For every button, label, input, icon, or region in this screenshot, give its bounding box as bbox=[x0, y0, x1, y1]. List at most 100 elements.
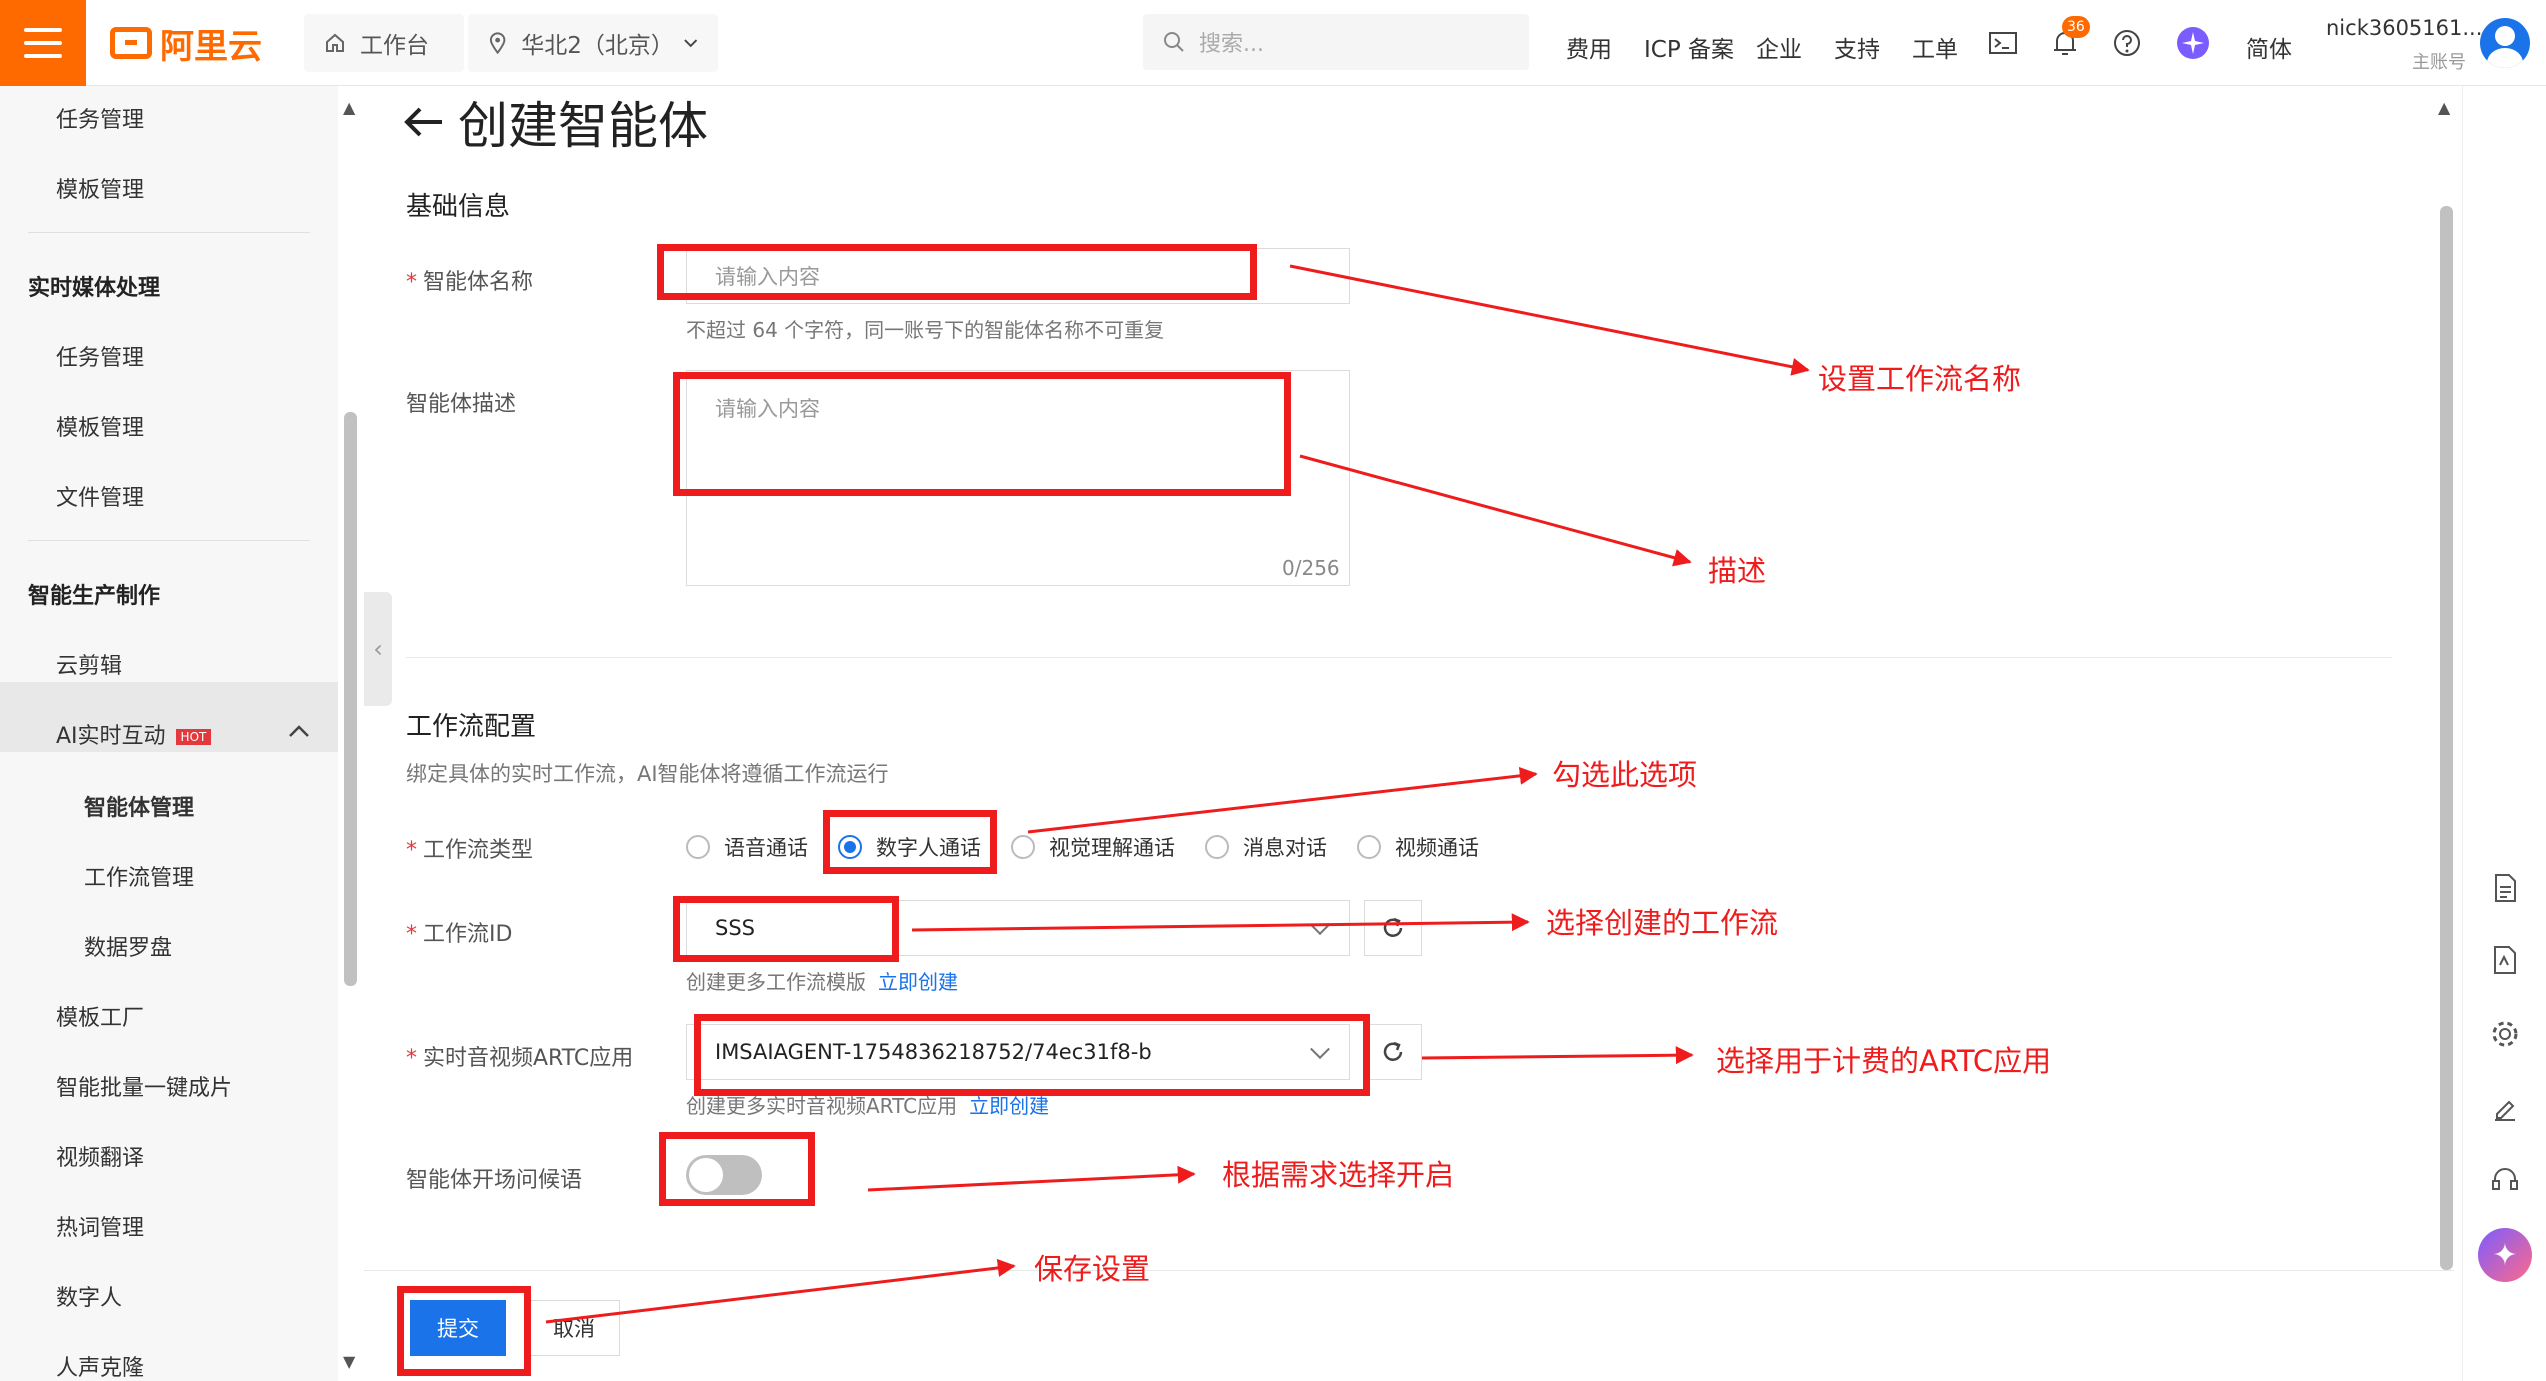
hot-badge: HOT bbox=[175, 729, 212, 745]
sidebar-item-task-manage[interactable]: 任务管理 bbox=[56, 102, 144, 134]
aliyun-logo-icon bbox=[110, 27, 152, 59]
sidebar-item-data-compass[interactable]: 数据罗盘 bbox=[84, 930, 172, 962]
sidebar-item-media-task[interactable]: 任务管理 bbox=[56, 340, 144, 372]
sidebar-item-digital-human[interactable]: 数字人 bbox=[56, 1280, 122, 1312]
home-icon bbox=[326, 33, 344, 52]
notification-badge: 36 bbox=[2062, 16, 2090, 38]
brand-logo[interactable]: 阿里云 bbox=[110, 22, 262, 67]
sidebar-item-agent-manage[interactable]: 智能体管理 bbox=[84, 790, 194, 822]
refresh-icon bbox=[1383, 917, 1403, 937]
cancel-button[interactable]: 取消 bbox=[528, 1300, 620, 1356]
annotation-box-submit bbox=[397, 1286, 531, 1376]
annotation-box-desc bbox=[673, 372, 1291, 496]
username: nick3605161... bbox=[2326, 16, 2483, 40]
footer-bar bbox=[364, 1270, 2454, 1381]
region-selector[interactable]: 华北2（北京） bbox=[468, 14, 718, 72]
workflow-id-label: * 工作流ID bbox=[406, 922, 513, 947]
sidebar-item-template-factory[interactable]: 模板工厂 bbox=[56, 1000, 144, 1032]
location-pin-icon bbox=[489, 32, 506, 55]
workflow-hint: 创建更多工作流模版 立即创建 bbox=[686, 970, 958, 994]
workflow-type-group: 语音通话 数字人通话 视觉理解通话 消息对话 视频通话 bbox=[686, 832, 1509, 862]
annotation-box-name bbox=[657, 244, 1257, 300]
top-bar: 阿里云 工作台 华北2（北京） 搜索... 费用 ICP 备案 企业 支持 工单… bbox=[0, 0, 2546, 86]
collapse-sidebar-button[interactable]: ‹ bbox=[364, 592, 392, 706]
sidebar-item-hotword[interactable]: 热词管理 bbox=[56, 1210, 144, 1242]
annotation-name: 设置工作流名称 bbox=[1818, 362, 2022, 396]
chevron-up-icon[interactable] bbox=[288, 724, 310, 738]
radio-voice-call[interactable]: 语音通话 bbox=[686, 832, 808, 862]
workflow-type-label: * 工作流类型 bbox=[406, 838, 534, 863]
annotation-box-workflow bbox=[673, 896, 899, 962]
annotation-box-type bbox=[823, 810, 997, 874]
radio-vision-call[interactable]: 视觉理解通话 bbox=[1011, 832, 1175, 862]
sparkle-icon: ✦ bbox=[2492, 1237, 2518, 1273]
page-title: 创建智能体 bbox=[402, 86, 708, 158]
search-input[interactable]: 搜索... bbox=[1143, 14, 1529, 70]
sidebar-group-realtime-media: 实时媒体处理 bbox=[28, 276, 161, 301]
annotation-save: 保存设置 bbox=[1034, 1252, 1151, 1286]
menu-icon[interactable] bbox=[0, 0, 86, 86]
sidebar-item-template-manage[interactable]: 模板管理 bbox=[56, 172, 144, 204]
nav-support[interactable]: 支持 bbox=[1834, 30, 1880, 64]
sidebar-item-ai-realtime[interactable]: AI实时互动 HOT bbox=[56, 718, 212, 750]
sidebar-item-voice-clone[interactable]: 人声克隆 bbox=[56, 1350, 144, 1381]
create-workflow-link[interactable]: 立即创建 bbox=[878, 970, 958, 994]
brand-name: 阿里云 bbox=[160, 26, 262, 67]
back-arrow-icon[interactable] bbox=[402, 105, 444, 139]
sidebar-item-batch-video[interactable]: 智能批量一键成片 bbox=[56, 1070, 232, 1102]
refresh-workflow-button[interactable] bbox=[1364, 900, 1422, 956]
annotation-type: 勾选此选项 bbox=[1552, 758, 1698, 792]
section-basic-info: 基础信息 bbox=[406, 192, 511, 222]
api-doc-icon[interactable] bbox=[2487, 942, 2523, 978]
section-workflow: 工作流配置 bbox=[406, 712, 537, 742]
user-info[interactable]: nick3605161... 主账号 bbox=[2326, 16, 2483, 74]
annotation-workflow: 选择创建的工作流 bbox=[1546, 906, 1779, 940]
edit-icon[interactable] bbox=[2487, 1090, 2523, 1126]
annotation-box-artc bbox=[694, 1014, 1370, 1096]
sidebar-divider bbox=[28, 540, 310, 541]
annotation-box-greeting bbox=[659, 1132, 815, 1206]
scroll-up-icon[interactable]: ▲ bbox=[343, 98, 355, 117]
sidebar-item-workflow-manage[interactable]: 工作流管理 bbox=[84, 860, 194, 892]
document-icon[interactable] bbox=[2487, 870, 2523, 906]
sidebar-scrollbar[interactable] bbox=[344, 412, 357, 986]
annotation-greeting: 根据需求选择开启 bbox=[1222, 1158, 1455, 1192]
user-role: 主账号 bbox=[2412, 52, 2466, 73]
help-icon[interactable] bbox=[2110, 26, 2144, 60]
sidebar-item-cloud-edit[interactable]: 云剪辑 bbox=[56, 648, 122, 680]
workbench-button[interactable]: 工作台 bbox=[304, 14, 464, 72]
greeting-label: 智能体开场问候语 bbox=[406, 1168, 583, 1193]
scroll-up-icon[interactable]: ▲ bbox=[2438, 98, 2450, 117]
nav-icp[interactable]: ICP 备案 bbox=[1644, 30, 1734, 64]
headset-icon[interactable] bbox=[2487, 1162, 2523, 1198]
terminal-icon[interactable] bbox=[1986, 26, 2020, 60]
annotation-artc: 选择用于计费的ARTC应用 bbox=[1716, 1044, 2052, 1078]
language-switch[interactable]: 简体 bbox=[2246, 30, 2292, 64]
sidebar-group-smart-production: 智能生产制作 bbox=[28, 584, 161, 609]
scroll-down-icon[interactable]: ▼ bbox=[343, 1352, 355, 1371]
desc-label: 智能体描述 bbox=[406, 392, 517, 417]
radio-video-call[interactable]: 视频通话 bbox=[1357, 832, 1479, 862]
sidebar-item-media-file[interactable]: 文件管理 bbox=[56, 480, 144, 512]
nav-ticket[interactable]: 工单 bbox=[1912, 30, 1958, 64]
ai-assistant-float-button[interactable]: ✦ bbox=[2478, 1228, 2532, 1282]
avatar[interactable] bbox=[2480, 18, 2530, 68]
radio-message-chat[interactable]: 消息对话 bbox=[1205, 832, 1327, 862]
ai-assistant-icon[interactable] bbox=[2176, 26, 2210, 60]
create-artc-link[interactable]: 立即创建 bbox=[969, 1094, 1049, 1118]
main-scrollbar[interactable] bbox=[2440, 206, 2453, 1270]
sidebar-divider bbox=[28, 232, 310, 233]
refresh-icon bbox=[1383, 1041, 1403, 1061]
chevron-down-icon bbox=[1310, 915, 1330, 936]
nav-enterprise[interactable]: 企业 bbox=[1756, 30, 1802, 64]
sidebar-item-video-translate[interactable]: 视频翻译 bbox=[56, 1140, 144, 1172]
gear-icon[interactable] bbox=[2487, 1016, 2523, 1052]
section-divider bbox=[406, 657, 2392, 658]
refresh-artc-button[interactable] bbox=[1364, 1024, 1422, 1080]
name-label: * 智能体名称 bbox=[406, 270, 534, 295]
nav-billing[interactable]: 费用 bbox=[1566, 30, 1612, 64]
chevron-left-icon: ‹ bbox=[373, 635, 383, 663]
sidebar-item-media-template[interactable]: 模板管理 bbox=[56, 410, 144, 442]
search-icon bbox=[1164, 32, 1184, 52]
artc-label: * 实时音视频ARTC应用 bbox=[406, 1046, 634, 1071]
